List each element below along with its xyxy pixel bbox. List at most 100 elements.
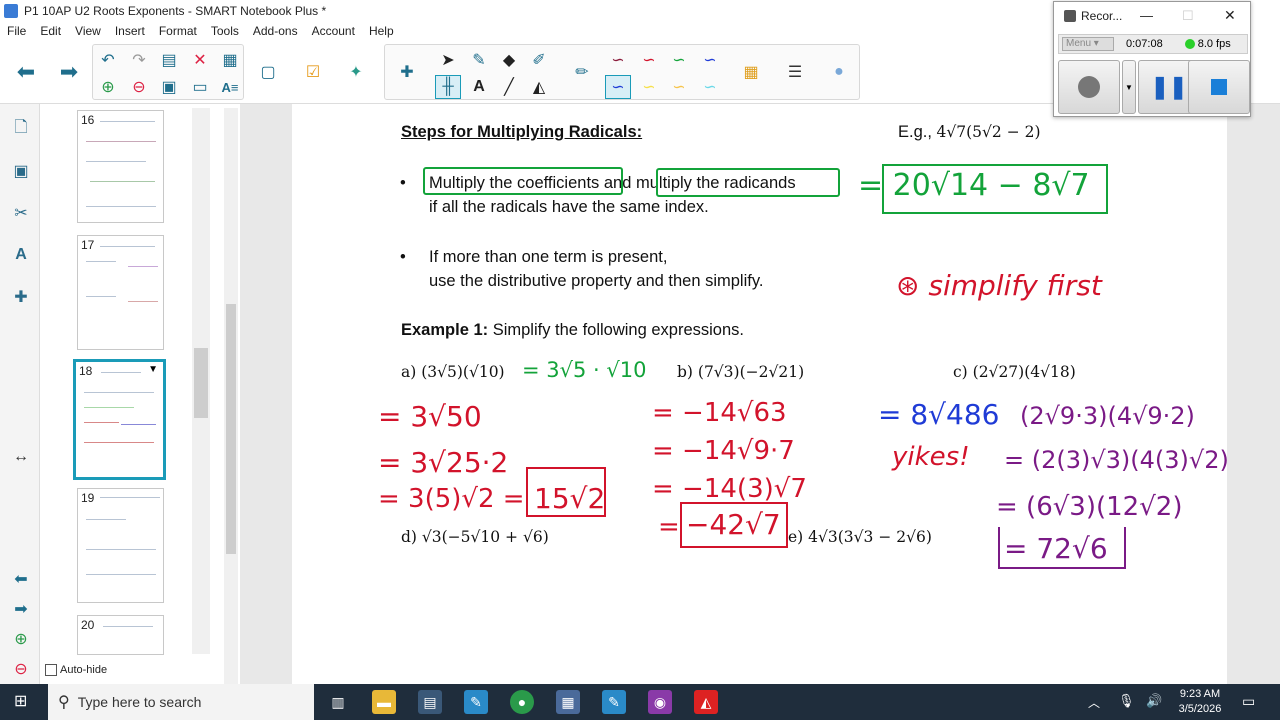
- menu-insert[interactable]: Insert: [108, 24, 152, 38]
- redo-icon[interactable]: ↷: [126, 48, 152, 72]
- pen-icon[interactable]: ✏: [569, 60, 595, 84]
- menu-tools[interactable]: Tools: [204, 24, 246, 38]
- close-icon[interactable]: ✕: [1224, 7, 1236, 24]
- pen-style-dark-red[interactable]: ∽: [605, 48, 631, 72]
- sidebar-add-page-icon[interactable]: ⊕: [8, 626, 34, 652]
- line-tool-icon[interactable]: ╱: [496, 75, 522, 99]
- highlighter-cyan[interactable]: ∽: [697, 75, 723, 99]
- page-menu-chevron-icon[interactable]: ▼: [148, 364, 158, 375]
- shape-pen-icon[interactable]: ✐: [526, 48, 552, 72]
- page-thumbnail-selected[interactable]: 18 ▼: [73, 359, 166, 480]
- bullet-dot: •: [400, 174, 406, 192]
- auto-hide-checkbox[interactable]: [45, 664, 57, 676]
- highlighter-orange[interactable]: ∽: [666, 75, 692, 99]
- add-page-icon[interactable]: ⊕: [95, 75, 121, 99]
- sidebar-previous-icon[interactable]: ⬅: [8, 566, 34, 592]
- outer-scroll-thumb[interactable]: [226, 304, 236, 554]
- sorter-scroll-thumb[interactable]: [194, 348, 208, 418]
- notebook-taskbar-icon-2[interactable]: ✎: [464, 690, 488, 714]
- add-ons-icon[interactable]: ✦: [343, 60, 369, 84]
- menu-edit[interactable]: Edit: [33, 24, 68, 38]
- display-screen-icon[interactable]: ▢: [255, 60, 281, 84]
- delete-page-icon[interactable]: ⊖: [126, 75, 152, 99]
- pen-style-green[interactable]: ∽: [666, 48, 692, 72]
- move-sidebar-icon[interactable]: ↔: [8, 444, 34, 470]
- menu-account[interactable]: Account: [305, 24, 362, 38]
- attachments-icon[interactable]: ✂: [8, 200, 34, 226]
- screen-recorder-window[interactable]: Recor... — ☐ ✕ Menu ▾ 0:07:08 8.0 fps ▼ …: [1053, 1, 1251, 117]
- stop-button[interactable]: [1188, 60, 1250, 114]
- table-icon[interactable]: ▦: [217, 48, 243, 72]
- next-page-arrow-icon[interactable]: ➡: [56, 59, 82, 84]
- part-c: c) (2√27)(4√18): [953, 363, 1076, 381]
- part-a: a) (3√5)(√10): [401, 363, 505, 381]
- screen-shade-icon[interactable]: ▭: [187, 75, 213, 99]
- auto-hide-option[interactable]: Auto-hide: [45, 664, 107, 676]
- menu-help[interactable]: Help: [362, 24, 401, 38]
- recorder-menu-dropdown[interactable]: Menu ▾: [1062, 37, 1114, 51]
- show-hidden-icons-icon[interactable]: ︿: [1088, 694, 1100, 711]
- system-clock[interactable]: 9:23 AM 3/5/2026: [1172, 687, 1228, 717]
- app-taskbar-icon[interactable]: ▦: [556, 690, 580, 714]
- magic-pen-icon[interactable]: ✎: [466, 48, 492, 72]
- save-icon[interactable]: ▣: [156, 75, 182, 99]
- page-thumbnail[interactable]: 20: [77, 615, 164, 655]
- maximize-icon[interactable]: ☐: [1182, 8, 1194, 24]
- task-view-icon[interactable]: ▥: [326, 690, 350, 714]
- chrome-icon[interactable]: ●: [510, 690, 534, 714]
- acrobat-icon[interactable]: ◭: [694, 690, 718, 714]
- gallery-icon[interactable]: ▣: [8, 158, 34, 184]
- fill-effects-icon[interactable]: ●: [826, 60, 852, 84]
- fill-icon[interactable]: ◆: [496, 48, 522, 72]
- previous-page-arrow-icon[interactable]: ⬅: [13, 59, 39, 84]
- paste-icon[interactable]: ▤: [156, 48, 182, 72]
- lesson-activity-icon[interactable]: ☑: [300, 60, 326, 84]
- select-arrow-icon[interactable]: ➤: [435, 48, 461, 72]
- taskbar-search-box[interactable]: ⚲ Type here to search: [48, 684, 314, 720]
- smart-notebook-taskbar-icon[interactable]: ▤: [418, 690, 442, 714]
- activity-builder-icon[interactable]: ✚: [394, 60, 420, 84]
- record-button[interactable]: [1058, 60, 1120, 114]
- minimize-icon[interactable]: —: [1140, 8, 1153, 23]
- windows-start-icon[interactable]: ⊞: [14, 694, 30, 710]
- file-explorer-icon[interactable]: ▬: [372, 690, 396, 714]
- pen-style-red[interactable]: ∽: [636, 48, 662, 72]
- color-palette-icon[interactable]: ▦: [738, 60, 764, 84]
- notebook-page[interactable]: Steps for Multiplying Radicals: E.g., 4√…: [292, 104, 1227, 684]
- menu-view[interactable]: View: [68, 24, 108, 38]
- notifications-icon[interactable]: ▭: [1242, 693, 1255, 710]
- menu-file[interactable]: File: [0, 24, 33, 38]
- highlighter-yellow[interactable]: ∽: [636, 75, 662, 99]
- pen-style-selected-blue[interactable]: ∽: [605, 75, 631, 99]
- pen-style-blue[interactable]: ∽: [697, 48, 723, 72]
- text-recognition-icon[interactable]: A≡: [217, 75, 243, 99]
- search-icon: ⚲: [58, 694, 70, 711]
- record-options-dropdown[interactable]: ▼: [1122, 60, 1136, 114]
- volume-icon[interactable]: 🔊: [1146, 693, 1162, 709]
- page-thumbnail[interactable]: 16: [77, 110, 164, 223]
- page-thumbnail[interactable]: 19: [77, 488, 164, 603]
- sidebar-next-icon[interactable]: ➡: [8, 596, 34, 622]
- sorter-scrollbar[interactable]: [192, 108, 210, 654]
- ink-box-b-answer: [680, 502, 788, 548]
- undo-icon[interactable]: ↶: [95, 48, 121, 72]
- eraser-icon[interactable]: ◭: [526, 75, 552, 99]
- add-ons-tab-icon[interactable]: ✚: [8, 284, 34, 310]
- outer-scrollbar[interactable]: [224, 108, 238, 684]
- notebook-taskbar-icon-3[interactable]: ✎: [602, 690, 626, 714]
- sidebar-tabs: 🗋 ▣ ✂ A ✚ ↔ ⬅ ➡ ⊕ ⊖: [0, 104, 40, 684]
- microphone-icon[interactable]: 🎙: [1118, 693, 1135, 709]
- recorder-taskbar-icon[interactable]: ◉: [648, 690, 672, 714]
- menu-add-ons[interactable]: Add-ons: [246, 24, 305, 38]
- page-thumbnail[interactable]: 17: [77, 235, 164, 350]
- menu-format[interactable]: Format: [152, 24, 204, 38]
- sidebar-delete-page-icon[interactable]: ⊖: [8, 656, 34, 682]
- text-tool-icon[interactable]: A: [466, 75, 492, 99]
- measurement-tools-icon[interactable]: ╫: [435, 75, 461, 99]
- delete-icon[interactable]: ✕: [187, 48, 213, 72]
- bullet-1-line-2: if all the radicals have the same index.: [429, 198, 709, 216]
- ink-c-alt3: = (6√3)(12√2): [996, 492, 1183, 522]
- line-style-icon[interactable]: ☰: [782, 60, 808, 84]
- properties-icon[interactable]: A: [8, 242, 34, 268]
- page-sorter-icon[interactable]: 🗋: [8, 116, 34, 142]
